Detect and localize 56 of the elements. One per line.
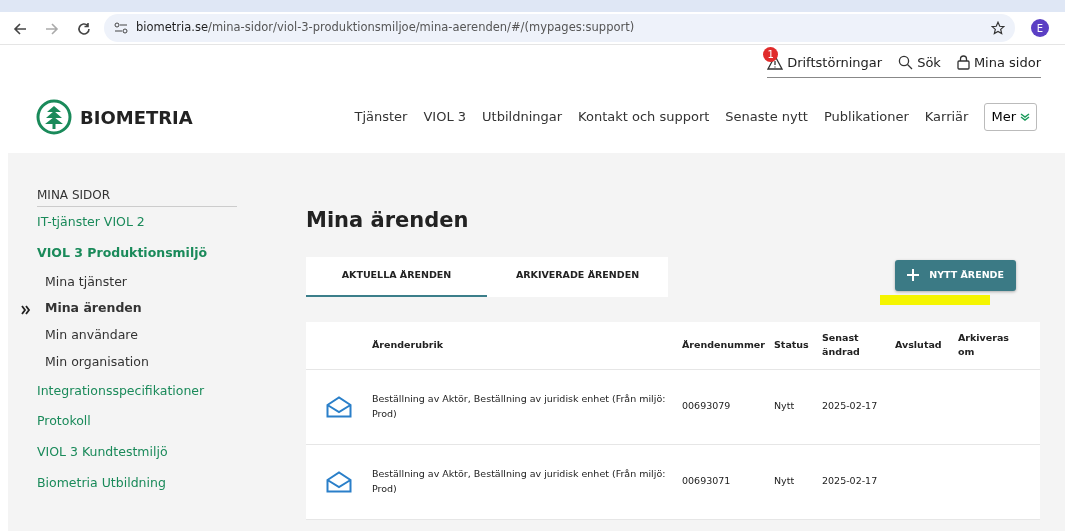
column-header: Arkiveras om xyxy=(958,330,1010,359)
column-header: Ärenderubrik xyxy=(372,337,444,352)
sidebar-link[interactable]: Integrationsspecifikationer xyxy=(37,375,238,407)
sidebar-link[interactable]: Min användare xyxy=(37,322,238,349)
sidebar-link[interactable]: Mina tjänster xyxy=(37,268,238,296)
lock-icon xyxy=(956,55,970,70)
table-cell-text: Beställning av Aktör, Beställning av juridisk enhet (Från miljö: Prod) xyxy=(372,392,667,421)
search-icon xyxy=(898,55,914,70)
address-bar[interactable]: biometria.se/mina-sidor/viol-3-produktionsmiljoe/mina-aerenden/#/(mypages:support) xyxy=(104,14,1015,42)
nav-link[interactable]: Tjänster xyxy=(354,107,408,127)
sidebar-link[interactable]: IT-tjänster VIOL 2 xyxy=(37,207,238,238)
table-cell-text: Nytt xyxy=(774,474,796,489)
sidebar-link[interactable]: Protokoll xyxy=(37,406,238,437)
sidebar-link[interactable]: VIOL 3 Produktionsmiljö xyxy=(37,237,238,269)
sidebar-link[interactable]: Mina ärenden xyxy=(37,295,238,322)
nav-link[interactable]: Karriär xyxy=(924,107,969,127)
nav-link[interactable]: Kontakt och support xyxy=(578,107,710,127)
star-icon[interactable] xyxy=(991,21,1005,35)
double-chevron-icon xyxy=(1020,113,1030,121)
chevron-icon xyxy=(21,304,31,315)
url-text: biometria.se/mina-sidor/viol-3-produktionsmiljoe/mina-aerenden/#/(mypages:support) xyxy=(136,19,635,37)
envelope-icon xyxy=(326,395,352,418)
sidebar-link[interactable]: Min organisation xyxy=(37,348,238,376)
back-arrow-icon xyxy=(13,21,27,36)
column-header: Status xyxy=(774,337,810,352)
utility-link[interactable]: Mina sidor xyxy=(973,52,1041,73)
table-cell-text: Nytt xyxy=(774,399,796,414)
nav-link[interactable]: VIOL 3 xyxy=(423,107,467,127)
forward-arrow-icon xyxy=(45,21,59,36)
reload-icon xyxy=(77,21,91,36)
nav-link[interactable]: Senaste nytt xyxy=(725,107,808,127)
site-settings-icon[interactable] xyxy=(114,22,128,34)
nav-link[interactable]: Publikationer xyxy=(823,107,909,127)
utility-link[interactable]: Sök xyxy=(917,52,941,73)
utility-link[interactable]: Driftstörningar xyxy=(787,52,883,73)
table-cell-text: 2025-02-17 xyxy=(822,474,879,489)
table-cell-text: 2025-02-17 xyxy=(822,399,879,414)
table-cell-text: 00693079 xyxy=(682,399,732,414)
notification-count: 1 xyxy=(763,46,779,62)
page-title: Mina ärenden xyxy=(306,207,470,234)
profile-avatar[interactable]: E xyxy=(1031,19,1049,37)
column-header: Ärendenummer xyxy=(682,337,766,352)
logo-text[interactable]: BIOMETRIA xyxy=(80,103,193,131)
sidebar-heading: MINA SIDOR xyxy=(37,186,237,207)
envelope-icon xyxy=(326,470,352,493)
tree-logo-icon xyxy=(36,99,72,135)
table-cell-text: 00693071 xyxy=(682,474,732,489)
column-header: Senast ändrad xyxy=(822,330,861,359)
sidebar-link[interactable]: VIOL 3 Kundtestmiljö xyxy=(37,437,238,468)
plus-icon xyxy=(907,269,920,281)
sidebar-link[interactable]: Biometria Utbildning xyxy=(37,467,238,499)
nav-link[interactable]: Utbildningar xyxy=(482,107,563,127)
more-menu-button[interactable]: Mer xyxy=(984,103,1037,131)
table-cell-text: Beställning av Aktör, Beställning av juridisk enhet (Från miljö: Prod) xyxy=(372,467,667,496)
column-header: Avslutad xyxy=(895,337,943,352)
new-case-button[interactable]: NYTT ÄRENDE xyxy=(895,259,1016,291)
